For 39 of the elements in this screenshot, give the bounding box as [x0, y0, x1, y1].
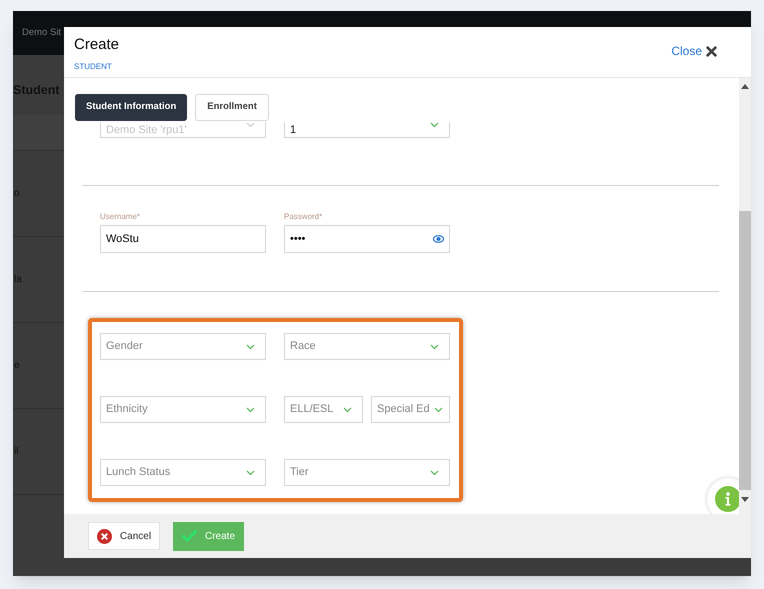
select-field[interactable]: Special Ed	[371, 396, 450, 423]
select-field[interactable]: Gender	[100, 333, 266, 360]
dialog-subtitle: STUDENT	[74, 61, 113, 73]
dialog-title: Create	[74, 36, 120, 54]
select-field[interactable]: ELL/ESL	[284, 396, 363, 423]
select-field: Demo Site 'rpu1'	[100, 122, 266, 138]
field-label: Password*	[284, 212, 324, 222]
select-field[interactable]: 1	[284, 122, 450, 138]
select-field[interactable]: Ethnicity	[100, 396, 266, 423]
close-icon	[706, 46, 717, 56]
username-field[interactable]: WoStu	[100, 225, 266, 253]
chevron-down-icon	[246, 344, 255, 350]
chevron-down-icon	[246, 406, 255, 412]
scroll-up-icon[interactable]	[741, 84, 749, 89]
select-field[interactable]: Lunch Status	[100, 459, 266, 486]
checkmark-icon	[182, 530, 197, 542]
cancel-icon	[96, 528, 112, 544]
chevron-down-icon	[343, 406, 352, 412]
chevron-down-icon	[430, 470, 439, 476]
password-field[interactable]: ••••	[284, 225, 450, 253]
scrollbar-thumb[interactable]	[739, 211, 751, 490]
chevron-down-icon	[246, 122, 255, 128]
close-button[interactable]: Close	[671, 42, 717, 60]
scrollbar[interactable]	[739, 78, 751, 514]
select-field[interactable]: Race	[284, 333, 450, 360]
cancel-button[interactable]: Cancel	[88, 522, 160, 550]
site-name: Demo Sit	[22, 26, 62, 40]
select-field[interactable]: Tier	[284, 459, 450, 486]
chevron-down-icon	[430, 344, 439, 350]
eye-icon[interactable]	[433, 235, 444, 243]
tab[interactable]: Student Information	[75, 94, 188, 121]
chevron-down-icon	[246, 470, 255, 476]
info-icon	[715, 486, 739, 512]
field-label: Username*	[100, 212, 142, 222]
chevron-down-icon	[434, 406, 443, 412]
create-button[interactable]: Create	[173, 522, 244, 550]
scroll-down-icon[interactable]	[741, 497, 749, 502]
tab[interactable]: Enrollment	[195, 94, 269, 121]
chevron-down-icon	[430, 122, 439, 128]
